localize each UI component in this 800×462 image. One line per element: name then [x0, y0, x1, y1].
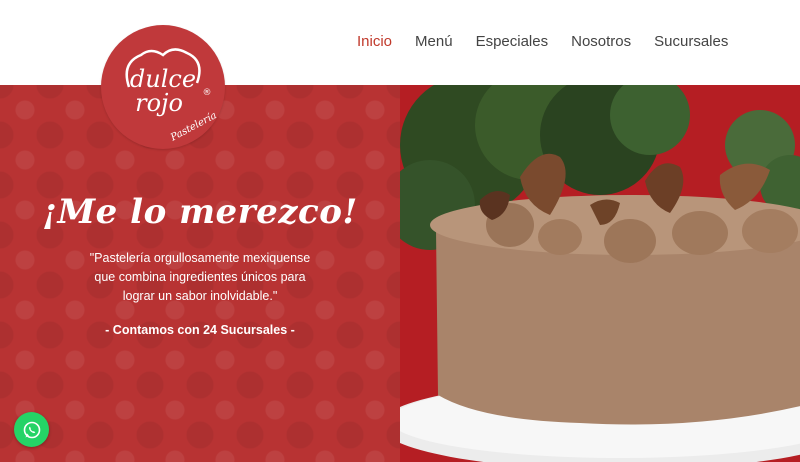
nav-item-inicio[interactable]: Inicio: [357, 33, 392, 51]
nav-item-sucursales[interactable]: Sucursales: [654, 33, 728, 51]
branches-count: - Contamos con 24 Sucursales -: [105, 323, 295, 337]
main-nav: Inicio Menú Especiales Nosotros Sucursal…: [357, 33, 751, 51]
logo-word-rojo: rojo: [135, 89, 183, 117]
hero-headline: ¡Me lo merezco!: [42, 192, 358, 232]
logo-artwork: dulce rojo ® Pastelería: [125, 48, 219, 144]
logo-registered-mark: ®: [203, 88, 212, 98]
nav-item-menu[interactable]: Menú: [415, 33, 453, 51]
cake-illustration: [400, 85, 800, 462]
brand-logo[interactable]: dulce rojo ® Pastelería: [101, 25, 225, 149]
nav-item-nosotros[interactable]: Nosotros: [571, 33, 631, 51]
nav-item-especiales[interactable]: Especiales: [476, 33, 549, 51]
whatsapp-button[interactable]: [14, 412, 49, 447]
whatsapp-icon: [23, 421, 40, 438]
hero-cake-image: [400, 85, 800, 462]
hero-quote: "Pastelería orgullosamente mexiquense qu…: [89, 251, 311, 303]
